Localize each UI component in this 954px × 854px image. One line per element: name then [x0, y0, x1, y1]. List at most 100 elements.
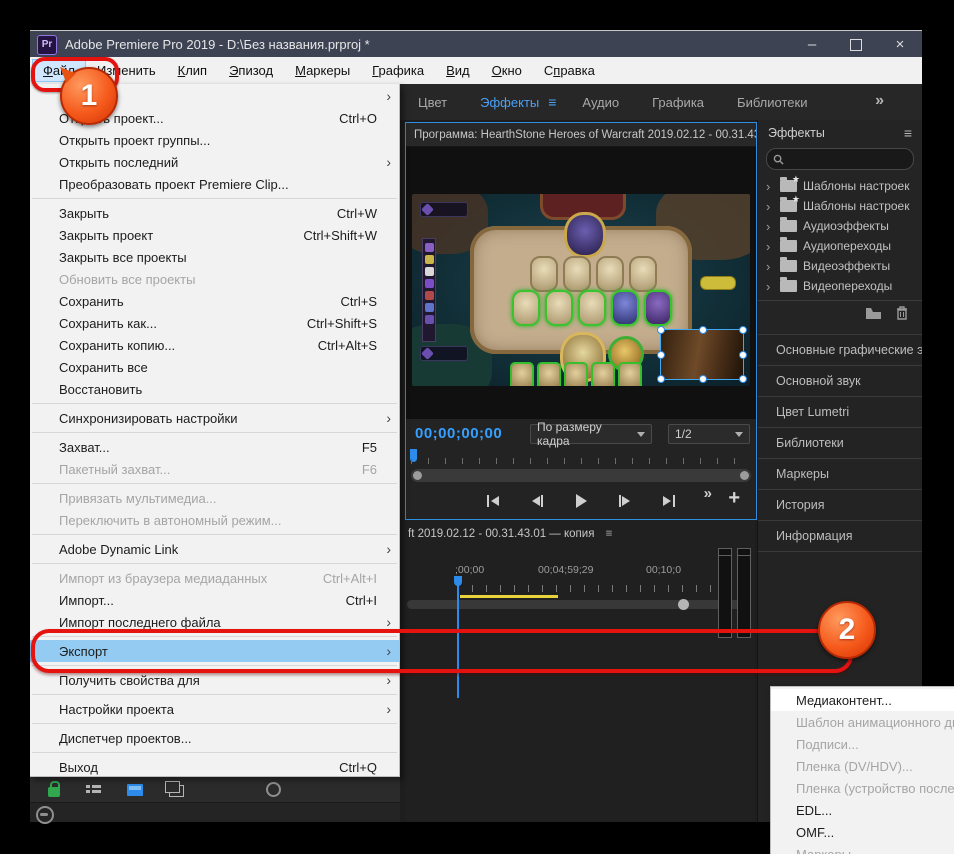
panel-tab-6[interactable]: Информация — [758, 520, 922, 552]
file-menu-item-open-team-project[interactable]: Открыть проект группы... — [30, 129, 399, 151]
icon-view-icon[interactable] — [127, 783, 143, 796]
scrollbar-right-handle[interactable] — [740, 471, 749, 480]
export-menu-item-edl[interactable]: EDL... — [771, 799, 954, 821]
play-button[interactable] — [570, 490, 592, 512]
file-menu-item-sync-settings[interactable]: Синхронизировать настройки › — [30, 407, 399, 429]
minimize-button[interactable]: – — [790, 31, 834, 58]
file-menu-item-save-copy[interactable]: Сохранить копию... Ctrl+Alt+S — [30, 334, 399, 356]
file-menu-item-link-media[interactable]: Привязать мультимедиа... — [30, 487, 399, 509]
effects-group-row[interactable]: › Аудиоэффекты — [758, 216, 922, 236]
file-menu-item-dynamic-link[interactable]: Adobe Dynamic Link › — [30, 538, 399, 560]
file-menu-item-make-offline[interactable]: Переключить в автономный режим... — [30, 509, 399, 531]
timeline-scroll-handle[interactable] — [678, 599, 689, 610]
menubar-item-graphics[interactable]: Графика — [361, 59, 435, 82]
panel-tab-0[interactable]: Основные графические эл — [758, 334, 922, 365]
sequence-tab[interactable]: ft 2019.02.12 - 00.31.43.01 — копия ≡ — [408, 528, 612, 540]
export-menu-item-tape-serial-device[interactable]: Пленка (устройство последовательной пере… — [771, 777, 954, 799]
file-menu-item-refresh-all-projects[interactable]: Обновить все проекты — [30, 268, 399, 290]
more-buttons-icon[interactable]: » — [704, 485, 712, 502]
monitor-scrollbar[interactable] — [411, 469, 751, 482]
new-bin-icon[interactable] — [865, 307, 882, 320]
file-menu-item-import-from-media-browser[interactable]: Импорт из браузера медиаданных Ctrl+Alt+I — [30, 567, 399, 589]
workspace-tab-Аудио[interactable]: Аудио — [582, 95, 619, 110]
workspace-tab-Библиотеки[interactable]: Библиотеки — [737, 95, 807, 110]
tab-menu-icon[interactable]: ≡ — [548, 94, 556, 110]
workspace-tab-Графика[interactable]: Графика — [652, 95, 704, 110]
file-menu-item-batch-capture[interactable]: Пакетный захват... F6 — [30, 458, 399, 480]
panel-menu-icon[interactable]: ≡ — [904, 125, 912, 141]
timeline-ruler[interactable] — [458, 580, 736, 592]
effects-group-row[interactable]: › Видеопереходы — [758, 276, 922, 296]
file-menu-item-convert-premiere-clip[interactable]: Преобразовать проект Premiere Clip... — [30, 173, 399, 195]
expand-chevron-icon[interactable]: › — [766, 279, 774, 294]
writable-lock-icon[interactable] — [48, 781, 60, 797]
file-menu-item-close-all-projects[interactable]: Закрыть все проекты — [30, 246, 399, 268]
fit-dropdown[interactable]: По размеру кадра — [530, 420, 652, 448]
menubar-item-view[interactable]: Вид — [435, 59, 481, 82]
file-menu-item-close-project[interactable]: Закрыть проект Ctrl+Shift+W — [30, 224, 399, 246]
file-menu-item-project-manager[interactable]: Диспетчер проектов... — [30, 727, 399, 749]
file-menu-item-save[interactable]: Сохранить Ctrl+S — [30, 290, 399, 312]
file-menu-item-open-recent[interactable]: Открыть последний › — [30, 151, 399, 173]
export-menu-item-motion-graphics-template[interactable]: Шаблон анимационного дизайна... — [771, 711, 954, 733]
panel-tab-1[interactable]: Основной звук — [758, 365, 922, 396]
file-menu-item-save-as[interactable]: Сохранить как... Ctrl+Shift+S — [30, 312, 399, 334]
export-menu-item-markers[interactable]: Маркеры... — [771, 843, 954, 854]
menubar-item-window[interactable]: Окно — [481, 59, 533, 82]
effects-group-row[interactable]: › Аудиопереходы — [758, 236, 922, 256]
menubar-item-sequence[interactable]: Эпизод — [218, 59, 284, 82]
panel-menu-icon[interactable]: ≡ — [606, 528, 613, 540]
expand-chevron-icon[interactable]: › — [766, 179, 774, 194]
resolution-dropdown[interactable]: 1/2 — [668, 424, 750, 444]
panel-tab-2[interactable]: Цвет Lumetri — [758, 396, 922, 427]
effects-search-box[interactable] — [766, 148, 914, 170]
menubar-item-markers[interactable]: Маркеры — [284, 59, 361, 82]
monitor-time-ruler[interactable] — [411, 453, 751, 464]
maximize-button[interactable] — [834, 31, 878, 58]
tabs-overflow-icon[interactable]: » — [875, 92, 884, 110]
stacked-panels-icon[interactable] — [165, 781, 184, 797]
file-menu-item-capture[interactable]: Захват... F5 — [30, 436, 399, 458]
scrollbar-left-handle[interactable] — [413, 471, 422, 480]
file-menu-item-import[interactable]: Импорт... Ctrl+I — [30, 589, 399, 611]
menubar-item-help[interactable]: Справка — [533, 59, 606, 82]
program-monitor-header[interactable]: Программа: HearthStone Heroes of Warcraf… — [406, 123, 756, 147]
panel-tab-3[interactable]: Библиотеки — [758, 427, 922, 458]
expand-chevron-icon[interactable]: › — [766, 239, 774, 254]
effects-search-input[interactable] — [789, 152, 903, 166]
file-menu-item-exit[interactable]: Выход Ctrl+Q — [30, 756, 399, 778]
list-view-icon[interactable] — [86, 783, 101, 796]
mark-in-button[interactable] — [482, 490, 504, 512]
file-menu-item-close[interactable]: Закрыть Ctrl+W — [30, 202, 399, 224]
add-button[interactable]: + — [728, 488, 740, 508]
mark-out-button[interactable] — [658, 490, 680, 512]
trash-icon[interactable] — [896, 306, 908, 320]
timeline-workarea-bar[interactable] — [460, 595, 558, 598]
export-menu-item-captions[interactable]: Подписи... — [771, 733, 954, 755]
file-menu-item-revert[interactable]: Восстановить — [30, 378, 399, 400]
expand-chevron-icon[interactable]: › — [766, 199, 774, 214]
file-menu-item-label: Обновить все проекты — [59, 271, 196, 287]
current-timecode[interactable]: 00;00;00;00 — [415, 425, 502, 442]
timeline-playhead-marker[interactable] — [454, 576, 462, 586]
effects-group-row[interactable]: › Видеоэффекты — [758, 256, 922, 276]
webcam-overlay-clip[interactable] — [657, 326, 747, 383]
file-menu-item-project-settings[interactable]: Настройки проекта › — [30, 698, 399, 720]
expand-chevron-icon[interactable]: › — [766, 259, 774, 274]
zoom-slider-handle[interactable] — [266, 782, 281, 797]
export-menu-item-tape-dv-hdv[interactable]: Пленка (DV/HDV)... — [771, 755, 954, 777]
panel-tab-4[interactable]: Маркеры — [758, 458, 922, 489]
file-menu-item-save-all[interactable]: Сохранить все — [30, 356, 399, 378]
menubar-item-clip[interactable]: Клип — [167, 59, 218, 82]
step-back-button[interactable] — [526, 490, 548, 512]
workspace-tab-Эффекты[interactable]: Эффекты — [480, 95, 539, 110]
close-button[interactable]: × — [878, 31, 922, 58]
expand-chevron-icon[interactable]: › — [766, 219, 774, 234]
step-forward-button[interactable] — [614, 490, 636, 512]
export-menu-item-media[interactable]: Медиаконтент...Ctrl+M — [771, 689, 954, 711]
effects-group-row[interactable]: › ★ Шаблоны настроек — [758, 194, 922, 216]
workspace-tab-Цвет[interactable]: Цвет — [418, 95, 447, 110]
effects-group-row[interactable]: › ★ Шаблоны настроек — [758, 174, 922, 196]
export-menu-item-omf[interactable]: OMF... — [771, 821, 954, 843]
panel-tab-5[interactable]: История — [758, 489, 922, 520]
